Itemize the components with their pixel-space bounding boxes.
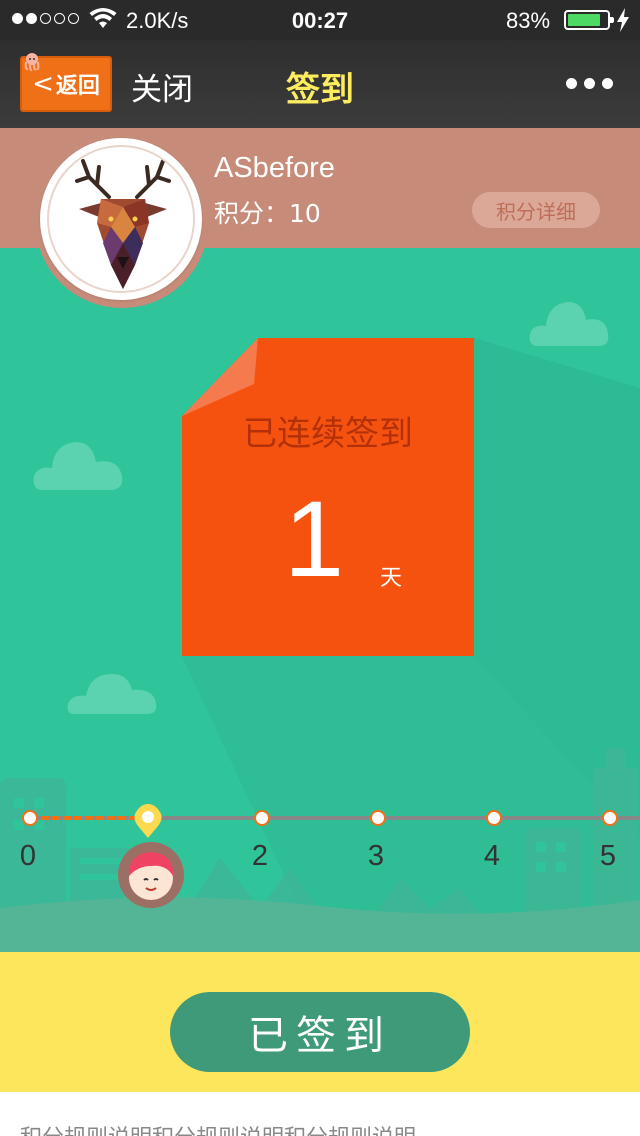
- progress-node: [486, 810, 502, 826]
- points-value: 10: [289, 199, 321, 228]
- progress-node: [22, 810, 38, 826]
- action-area: 已签到: [0, 952, 640, 1092]
- day-label-0: 0: [19, 840, 37, 872]
- day-label-4: 4: [483, 840, 501, 872]
- signed-in-button[interactable]: 已签到: [170, 992, 470, 1072]
- battery-percent: 83%: [506, 8, 551, 33]
- page-title: 签到: [286, 70, 354, 110]
- checkin-scene: 已连续签到 1 天 0 2 3 4 5: [0, 248, 640, 952]
- avatar[interactable]: [40, 138, 202, 300]
- cloud-icon: [529, 302, 609, 346]
- more-options-button[interactable]: [566, 78, 613, 89]
- username: ASbefore: [214, 152, 335, 184]
- streak-days: 1: [284, 478, 345, 599]
- day-label-5: 5: [599, 840, 617, 872]
- progress-node: [254, 810, 270, 826]
- progress-track: [22, 810, 640, 826]
- city-skyline: [0, 748, 640, 952]
- nav-bar: < 返回 关闭 签到: [0, 40, 640, 128]
- charging-bolt-icon: [617, 8, 629, 32]
- ellipsis-icon: [566, 78, 577, 89]
- points-detail-button[interactable]: 积分详细: [472, 192, 600, 228]
- progress-node: [602, 810, 618, 826]
- day-label-3: 3: [367, 840, 385, 872]
- cloud-icon: [33, 442, 123, 490]
- points-label: 积分：: [214, 199, 290, 228]
- points-summary: 积分：10: [214, 194, 321, 230]
- rules-text: 积分规则说明积分规则说明积分规则说明: [20, 1120, 416, 1136]
- character-avatar-icon: [118, 842, 184, 908]
- streak-unit: 天: [380, 566, 403, 591]
- status-bar: 2.0K/s 00:27 83%: [0, 0, 640, 40]
- cloud-icon: [67, 674, 157, 714]
- streak-card: 已连续签到 1 天: [182, 338, 474, 656]
- day-label-2: 2: [251, 840, 269, 872]
- progress-node: [370, 810, 386, 826]
- location-pin-icon: [134, 804, 162, 838]
- streak-label: 已连续签到: [243, 414, 413, 454]
- folded-corner: [182, 338, 258, 416]
- battery-icon: [564, 10, 614, 30]
- deer-head-icon: [75, 159, 171, 289]
